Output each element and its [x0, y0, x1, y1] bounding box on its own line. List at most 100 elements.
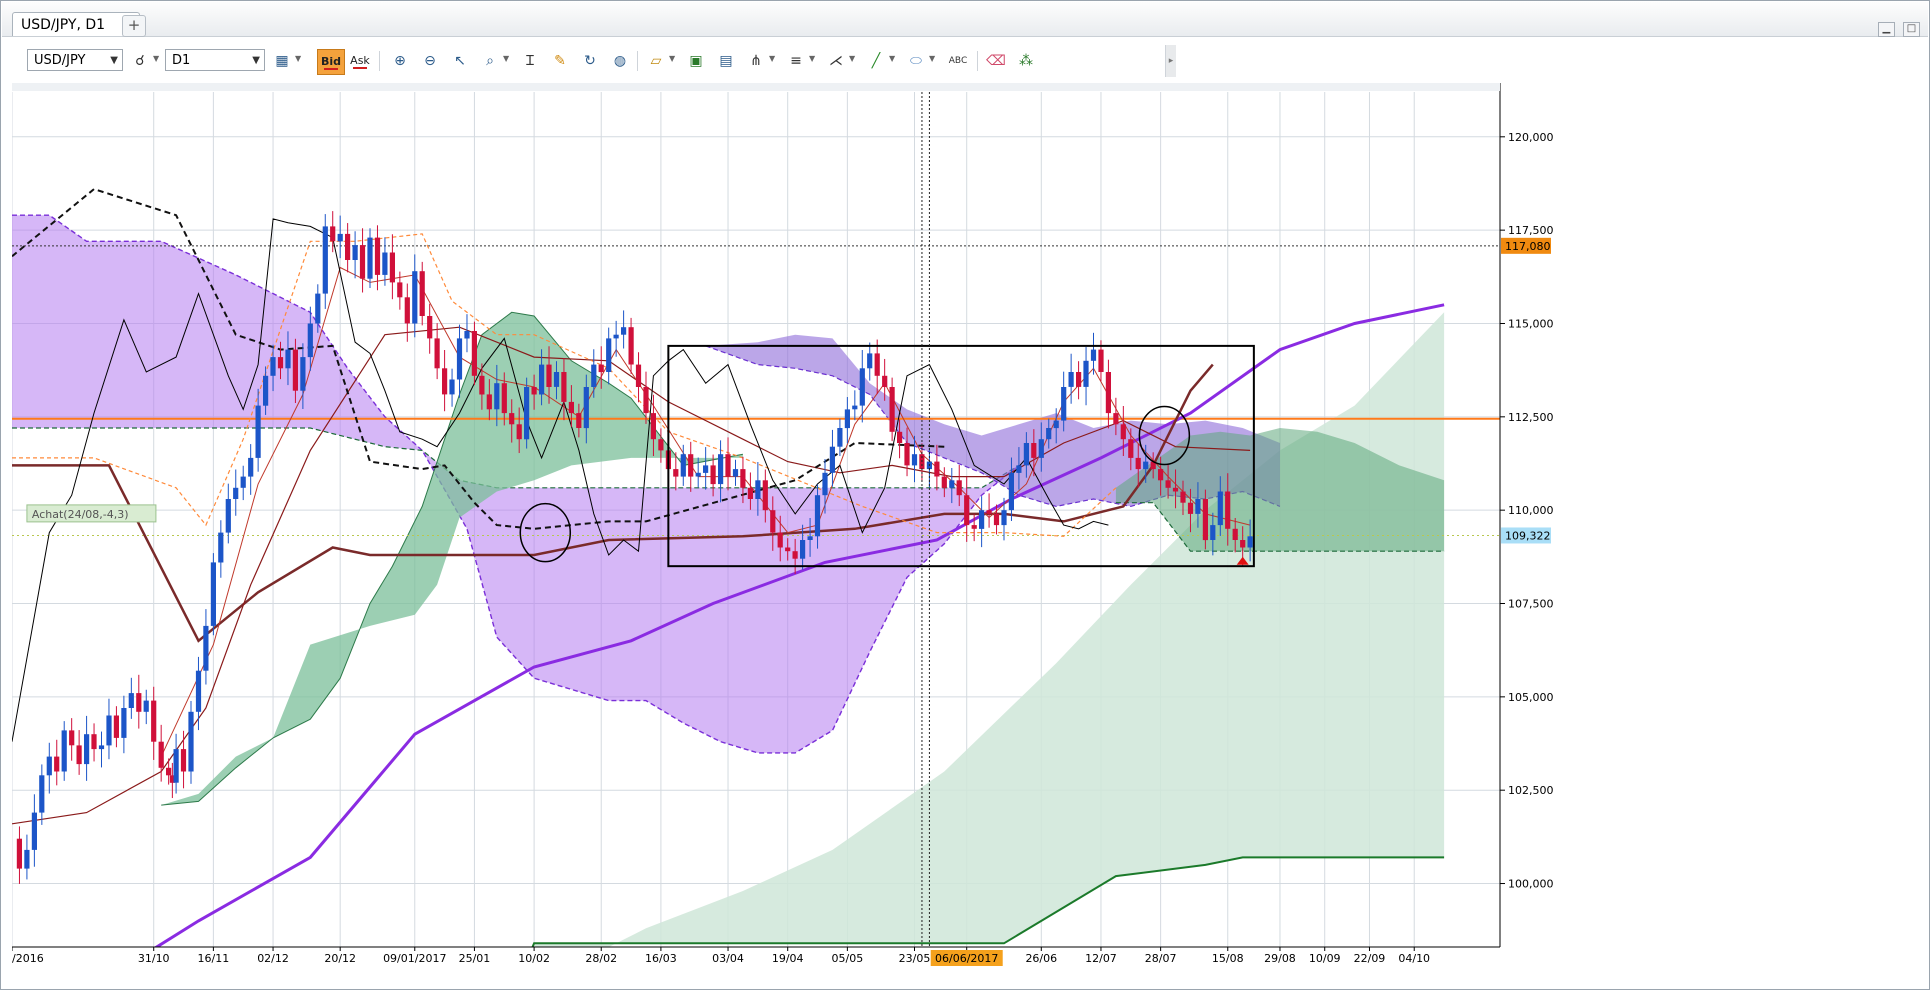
globe-icon[interactable]: ◍: [609, 50, 631, 72]
candle-bear: [986, 510, 992, 514]
lines-icon[interactable]: ≡: [785, 50, 807, 72]
eraser-icon[interactable]: ⌫: [985, 50, 1007, 72]
toolbar-separator: [977, 51, 978, 71]
candle-bear: [136, 693, 142, 712]
cursor-icon[interactable]: ↖: [449, 50, 471, 72]
candle-bear: [501, 383, 507, 414]
date-tick-label: 28/07: [1145, 952, 1177, 965]
chevron-down-icon[interactable]: ▼: [849, 54, 855, 63]
candle-bear: [971, 525, 977, 529]
indicator-icon[interactable]: Ɪ: [519, 50, 541, 72]
chevron-down-icon[interactable]: ▼: [889, 54, 895, 63]
candle-bear: [688, 454, 694, 477]
candle-bear: [1076, 372, 1082, 387]
candle-bear: [740, 469, 746, 488]
minimize-icon[interactable]: ▁: [1877, 22, 1895, 37]
bid-button[interactable]: Bid: [317, 49, 345, 75]
candle-bear: [479, 375, 485, 395]
maximize-icon[interactable]: □: [1903, 22, 1920, 37]
zoom-in-icon[interactable]: ⊕: [389, 50, 411, 72]
chevron-down-icon: ▼: [252, 55, 260, 66]
candle-bull: [248, 457, 254, 477]
candle-bear: [546, 364, 552, 387]
add-tab-button[interactable]: +: [122, 15, 146, 37]
candle-bull: [143, 700, 149, 712]
candle-bull: [382, 252, 388, 275]
candle-bull: [695, 472, 701, 477]
candle-bull: [1210, 525, 1216, 540]
candle-bear: [531, 387, 537, 395]
add-indicator-icon[interactable]: ✎: [549, 50, 571, 72]
trendline-icon[interactable]: ╱: [865, 50, 887, 72]
candle-bear: [292, 349, 298, 391]
chevron-down-icon[interactable]: ▼: [503, 54, 509, 63]
tab-usdjpy-d1[interactable]: USD/JPY, D1 ×: [12, 12, 140, 36]
candle-bear: [471, 331, 477, 376]
candle-bear: [889, 387, 895, 432]
timeframe-select[interactable]: D1 ▼: [165, 49, 265, 71]
candle-bull: [718, 454, 724, 485]
month-axis-background: [12, 83, 1500, 91]
fan-icon[interactable]: ⋌: [825, 50, 847, 72]
candle-bull: [844, 409, 850, 429]
refresh-icon[interactable]: ↻: [579, 50, 601, 72]
chevron-down-icon[interactable]: ▼: [153, 54, 159, 63]
candle-bull: [829, 446, 835, 473]
candle-bear: [1187, 502, 1194, 514]
ruler-icon[interactable]: ▱: [645, 50, 667, 72]
symbol-select[interactable]: USD/JPY ▼: [27, 49, 123, 71]
chart-window: USD/JPY, D1 × + ▁ □ USD/JPY ▼ ☌ ▼ D1 ▼ ▦…: [0, 0, 1930, 991]
candle-bull: [583, 387, 589, 429]
candle-bull: [128, 693, 134, 708]
fork-icon[interactable]: ⋔: [745, 50, 767, 72]
chevron-down-icon[interactable]: ▼: [929, 54, 935, 63]
chevron-down-icon[interactable]: ▼: [809, 54, 815, 63]
date-tick-label: 09/01/2017: [383, 952, 446, 965]
candle-bear: [91, 734, 97, 750]
candle-bear: [166, 767, 172, 776]
ask-button[interactable]: Ask: [347, 49, 373, 73]
template-icon[interactable]: ▤: [715, 50, 737, 72]
candle-bear: [897, 431, 903, 443]
candle-bear: [1120, 424, 1126, 440]
candle-bull: [1217, 491, 1223, 526]
ellipse-icon[interactable]: ⬭: [905, 50, 927, 72]
candle-bull: [703, 465, 709, 473]
chart-type-icon[interactable]: ▦: [271, 50, 293, 72]
date-tick-label: 04/10: [1398, 952, 1430, 965]
candle-bull: [203, 625, 209, 671]
candle-bear: [1165, 480, 1171, 488]
price-axis-background: [1500, 83, 1928, 947]
toolbar-overflow-icon[interactable]: ▸: [1165, 45, 1176, 77]
zoom-out-icon[interactable]: ⊖: [419, 50, 441, 72]
candle-bull: [24, 849, 30, 869]
candle-bear: [486, 394, 492, 410]
chart-area[interactable]: Achat(24/08,-4,3) 100,000 102,500 105,000 1…: [0, 83, 1928, 991]
candle-bull: [188, 711, 194, 772]
candle-bear: [516, 424, 522, 440]
candle-bear: [69, 730, 75, 746]
candle-bear: [956, 480, 962, 496]
candle-bear: [158, 741, 164, 768]
chevron-down-icon[interactable]: ▼: [769, 54, 775, 63]
text-icon[interactable]: ABC: [947, 50, 969, 72]
candle-bull: [732, 469, 739, 477]
candle-bull: [1061, 387, 1067, 421]
candle-bull: [61, 730, 67, 772]
candle-bear: [941, 476, 947, 488]
chevron-down-icon[interactable]: ▼: [295, 54, 301, 63]
chevron-down-icon[interactable]: ▼: [669, 54, 675, 63]
candlestick-chart[interactable]: Achat(24/08,-4,3) 100,000 102,500 105,000 1…: [0, 83, 1928, 991]
glasses-icon[interactable]: ☌: [129, 50, 151, 72]
magnify-icon[interactable]: ⌕: [479, 50, 501, 72]
candle-bull: [39, 775, 45, 813]
candle-bull: [1023, 443, 1029, 466]
objects-icon[interactable]: ⁂: [1015, 50, 1037, 72]
date-tick-label: 25/01: [459, 952, 491, 965]
tab-title: USD/JPY, D1: [21, 17, 106, 33]
candle-bear: [576, 413, 582, 428]
candle-bull: [225, 499, 231, 533]
candle-bull: [949, 480, 955, 488]
candle-bear: [509, 413, 515, 425]
screenshot-icon[interactable]: ▣: [685, 50, 707, 72]
